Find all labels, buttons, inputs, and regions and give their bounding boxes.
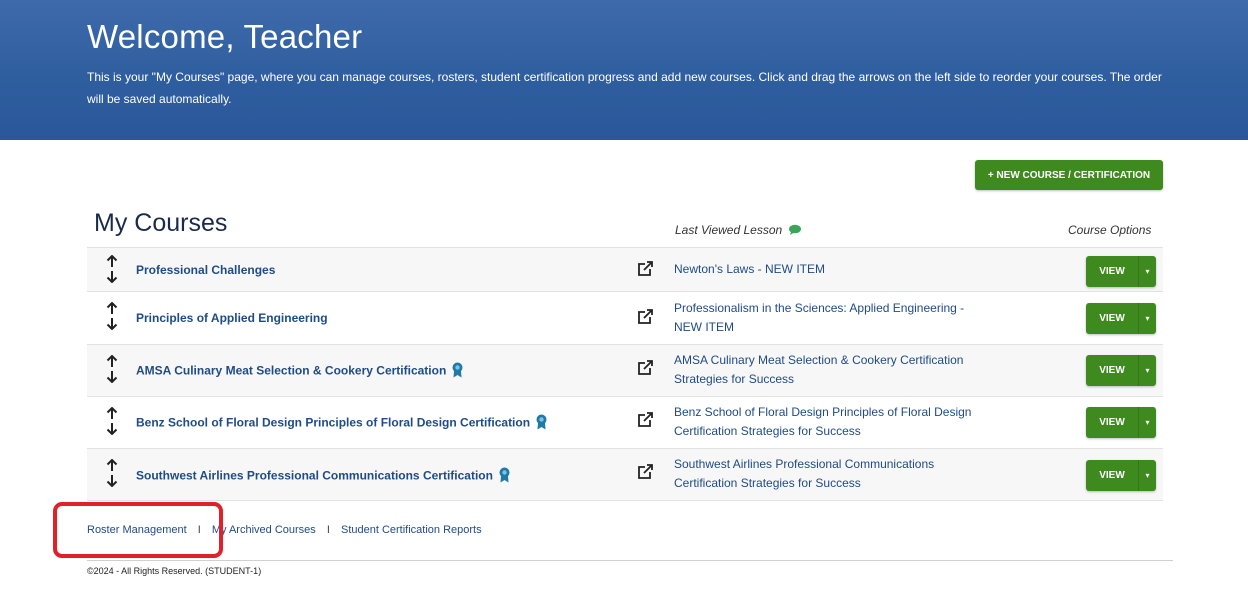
caret-down-icon[interactable]: ▾ (1138, 256, 1156, 287)
view-button-group: VIEW ▾ (1086, 355, 1156, 386)
view-button[interactable]: VIEW (1086, 256, 1138, 287)
course-cell: Southwest Airlines Professional Communic… (136, 467, 510, 486)
certification-badge-icon (536, 414, 547, 433)
caret-down-icon[interactable]: ▾ (1138, 303, 1156, 334)
course-link[interactable]: AMSA Culinary Meat Selection & Cookery C… (136, 364, 446, 378)
course-cell: Benz School of Floral Design Principles … (136, 414, 547, 433)
view-button[interactable]: VIEW (1086, 407, 1138, 438)
arrow-down-icon (106, 423, 118, 435)
arrow-down-icon (106, 318, 118, 330)
footer-links: Roster Management I My Archived Courses … (87, 524, 482, 536)
view-button-group: VIEW ▾ (1086, 256, 1156, 287)
arrow-up-icon (106, 459, 118, 471)
reorder-handle[interactable] (105, 459, 119, 487)
reorder-handle[interactable] (105, 355, 119, 383)
view-button-group: VIEW ▾ (1086, 407, 1156, 438)
caret-down-icon[interactable]: ▾ (1138, 407, 1156, 438)
last-viewed-lesson-label: Last Viewed Lesson (675, 223, 783, 237)
last-viewed-lesson-header: Last Viewed Lesson (675, 223, 801, 238)
certification-reports-link[interactable]: Student Certification Reports (341, 524, 482, 536)
external-link-icon[interactable] (637, 464, 654, 485)
reorder-handle[interactable] (105, 302, 119, 330)
table-row: Southwest Airlines Professional Communic… (87, 448, 1163, 501)
course-link[interactable]: Benz School of Floral Design Principles … (136, 416, 530, 430)
certification-badge-icon (499, 467, 510, 486)
view-button-group: VIEW ▾ (1086, 460, 1156, 491)
view-button[interactable]: VIEW (1086, 355, 1138, 386)
reorder-handle[interactable] (105, 407, 119, 435)
reorder-handle[interactable] (105, 255, 119, 283)
page-title: Welcome, Teacher (87, 18, 363, 55)
roster-management-link[interactable]: Roster Management (87, 524, 187, 536)
course-options-header: Course Options (1068, 223, 1152, 237)
arrow-up-icon (106, 302, 118, 314)
new-course-button[interactable]: + NEW COURSE / CERTIFICATION (975, 160, 1163, 190)
last-lesson-link[interactable]: AMSA Culinary Meat Selection & Cookery C… (674, 351, 974, 389)
external-link-icon[interactable] (637, 360, 654, 381)
last-lesson-link[interactable]: Benz School of Floral Design Principles … (674, 403, 984, 441)
table-row: AMSA Culinary Meat Selection & Cookery C… (87, 344, 1163, 396)
courses-table: Professional Challenges Newton's Laws - … (87, 247, 1163, 501)
arrow-down-icon (106, 271, 118, 283)
arrow-down-icon (106, 475, 118, 487)
arrow-down-icon (106, 371, 118, 383)
my-courses-heading: My Courses (94, 209, 228, 237)
external-link-icon[interactable] (637, 261, 654, 282)
external-link-icon[interactable] (637, 309, 654, 330)
course-cell: AMSA Culinary Meat Selection & Cookery C… (136, 362, 463, 381)
archived-courses-link[interactable]: My Archived Courses (212, 524, 316, 536)
last-lesson-link[interactable]: Southwest Airlines Professional Communic… (674, 455, 964, 493)
table-row: Professional Challenges Newton's Laws - … (87, 247, 1163, 291)
copyright-text: ©2024 - All Rights Reserved. (STUDENT-1) (87, 566, 262, 576)
arrow-up-icon (106, 355, 118, 367)
view-button[interactable]: VIEW (1086, 460, 1138, 491)
table-row: Benz School of Floral Design Principles … (87, 396, 1163, 448)
certification-badge-icon (452, 362, 463, 381)
arrow-up-icon (106, 407, 118, 419)
link-separator: I (197, 524, 201, 536)
page-description: This is your "My Courses" page, where yo… (87, 70, 1162, 106)
course-link[interactable]: Southwest Airlines Professional Communic… (136, 469, 493, 483)
link-separator: I (326, 524, 330, 536)
welcome-banner: Welcome, Teacher This is your "My Course… (0, 0, 1248, 140)
view-button-group: VIEW ▾ (1086, 303, 1156, 334)
chat-bubble-icon (788, 224, 801, 238)
last-lesson-link[interactable]: Newton's Laws - NEW ITEM (674, 260, 984, 279)
footer-divider (87, 560, 1173, 561)
course-link[interactable]: Professional Challenges (136, 263, 275, 277)
arrow-up-icon (106, 255, 118, 267)
caret-down-icon[interactable]: ▾ (1138, 355, 1156, 386)
course-link[interactable]: Principles of Applied Engineering (136, 311, 328, 325)
caret-down-icon[interactable]: ▾ (1138, 460, 1156, 491)
last-lesson-link[interactable]: Professionalism in the Sciences: Applied… (674, 299, 974, 337)
view-button[interactable]: VIEW (1086, 303, 1138, 334)
external-link-icon[interactable] (637, 412, 654, 433)
table-row: Principles of Applied Engineering Profes… (87, 291, 1163, 344)
